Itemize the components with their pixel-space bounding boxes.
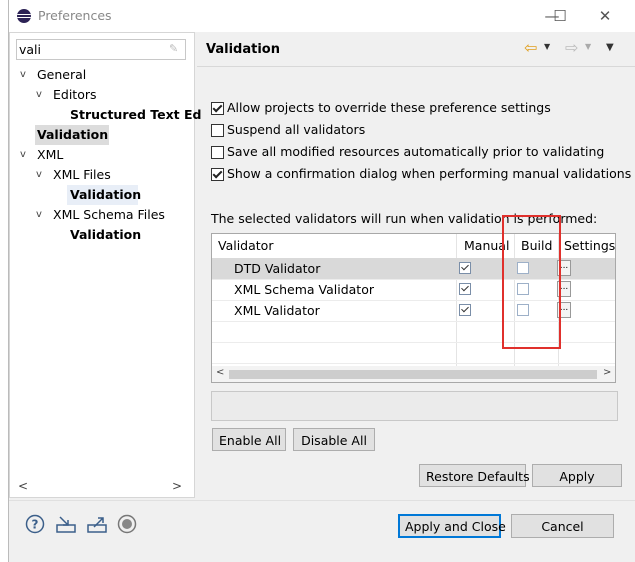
tree-item-label: Validation [70, 227, 142, 242]
svg-text:?: ? [32, 518, 39, 532]
column-header-validator[interactable]: Validator [218, 234, 273, 258]
preferences-dialog: Preferences — ☐ ✕ ✎ v General v Editors … [8, 0, 635, 562]
validator-name: DTD Validator [234, 261, 321, 276]
expanded-chevron-icon[interactable]: v [34, 165, 44, 185]
view-menu-icon[interactable]: ▼ [606, 42, 614, 53]
maximize-button[interactable]: ☐ [547, 6, 573, 26]
validator-details-area [211, 391, 618, 421]
title-bar: Preferences — ☐ ✕ [9, 0, 635, 32]
validator-name: XML Schema Validator [234, 282, 374, 297]
tree-item-xml-files-validation[interactable]: Validation [67, 185, 142, 205]
checkbox[interactable] [211, 124, 224, 137]
tree-item-label: General [37, 67, 87, 82]
scroll-right-icon[interactable]: > [603, 367, 611, 378]
eclipse-icon [17, 9, 31, 23]
build-column-highlight [502, 215, 561, 349]
tree-item-label: XML Schema Files [53, 207, 165, 222]
footer-divider [9, 500, 635, 501]
checkbox[interactable] [211, 146, 224, 159]
scroll-right-icon[interactable]: > [172, 479, 182, 493]
tree-item-xml-schema-validation[interactable]: Validation [70, 225, 141, 245]
expanded-chevron-icon[interactable]: v [18, 65, 28, 85]
back-arrow-icon[interactable]: ⇦ [524, 40, 542, 56]
option-label: Allow projects to override these prefere… [227, 100, 551, 115]
scroll-left-icon[interactable]: < [216, 367, 224, 378]
apply-and-close-button[interactable]: Apply and Close [398, 514, 506, 538]
tree-item-label: XML Files [53, 167, 111, 182]
validator-name: XML Validator [234, 303, 320, 318]
disable-all-button[interactable]: Disable All [293, 428, 375, 451]
preference-tree-pane: ✎ v General v Editors Structured Text Ed… [9, 32, 202, 498]
export-icon[interactable] [86, 514, 107, 534]
option-label: Show a confirmation dialog when performi… [227, 166, 632, 181]
tree-item-label: Validation [37, 127, 109, 142]
checkbox[interactable] [211, 102, 224, 115]
window-title: Preferences [38, 8, 112, 23]
option-label: Suspend all validators [227, 122, 366, 137]
tree-item-label: Structured Text Ed [70, 107, 202, 122]
import-icon[interactable] [55, 514, 76, 534]
enable-all-button[interactable]: Enable All [212, 428, 286, 451]
manual-checkbox[interactable] [459, 304, 471, 316]
manual-checkbox[interactable] [459, 262, 471, 274]
clear-filter-icon[interactable]: ✎ [169, 43, 181, 55]
cancel-button[interactable]: Cancel [511, 514, 614, 538]
option-label: Save all modified resources automaticall… [227, 144, 605, 159]
back-menu-chevron-icon[interactable]: ▼ [544, 42, 550, 51]
forward-menu-chevron-icon[interactable]: ▼ [585, 42, 591, 51]
table-horizontal-scrollbar[interactable]: < > [212, 366, 615, 382]
expanded-chevron-icon[interactable]: v [34, 205, 44, 225]
page-title: Validation [206, 42, 280, 57]
column-header-settings[interactable]: Settings [564, 234, 615, 258]
checkbox[interactable] [211, 168, 224, 181]
expanded-chevron-icon[interactable]: v [18, 145, 28, 165]
expanded-chevron-icon[interactable]: v [34, 85, 44, 105]
preference-recorder-icon[interactable] [117, 514, 137, 534]
filter-input[interactable] [19, 41, 159, 57]
manual-checkbox[interactable] [459, 283, 471, 295]
scrollbar-thumb[interactable] [229, 370, 597, 379]
tree-item-structured-text-editors[interactable]: Structured Text Ed [70, 105, 202, 125]
filter-box: ✎ [16, 39, 186, 60]
forward-arrow-icon[interactable]: ⇨ [565, 40, 583, 56]
preference-page: Validation ⇦ ▼ ⇨ ▼ ▼ Allow projects to o… [197, 32, 635, 496]
scroll-left-icon[interactable]: < [18, 479, 28, 493]
tree-item-label: XML [37, 147, 64, 162]
header-divider [197, 66, 635, 67]
close-button[interactable]: ✕ [592, 6, 618, 26]
tree-item-general-validation[interactable]: Validation [35, 125, 109, 145]
restore-defaults-button[interactable]: Restore Defaults [419, 464, 530, 487]
tree-item-label: Editors [53, 87, 97, 102]
help-icon[interactable]: ? [25, 514, 45, 534]
apply-button[interactable]: Apply [532, 464, 622, 487]
tree-item-label: Validation [70, 187, 142, 202]
